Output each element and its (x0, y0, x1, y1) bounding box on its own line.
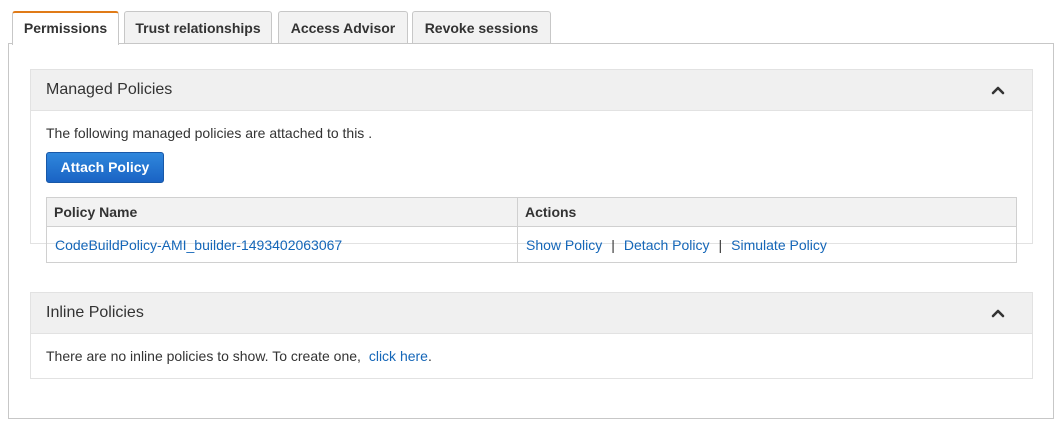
detach-policy-link[interactable]: Detach Policy (624, 237, 710, 253)
chevron-up-icon[interactable] (990, 305, 1006, 321)
tab-trust-relationships[interactable]: Trust relationships (124, 11, 272, 43)
table-header-row: Policy Name Actions (46, 197, 1017, 227)
policy-actions-cell: Show Policy | Detach Policy | Simulate Polic… (517, 226, 1017, 263)
create-inline-policy-link[interactable]: click here (369, 348, 428, 364)
inline-policies-section: Inline Policies There are no inline poli… (30, 292, 1033, 379)
column-header-policy-name: Policy Name (46, 197, 518, 227)
simulate-policy-link[interactable]: Simulate Policy (731, 237, 827, 253)
tab-revoke-sessions[interactable]: Revoke sessions (412, 11, 551, 43)
column-header-actions: Actions (517, 197, 1017, 227)
inline-policies-title: Inline Policies (46, 304, 144, 321)
inline-policies-header[interactable]: Inline Policies (31, 293, 1032, 334)
policy-name-cell: CodeBuildPolicy-AMI_builder-149340206306… (46, 226, 518, 263)
show-policy-link[interactable]: Show Policy (526, 237, 602, 253)
action-separator: | (718, 236, 723, 253)
permissions-panel: Managed Policies The following managed p… (8, 43, 1054, 419)
inline-policies-message: There are no inline policies to show. To… (46, 348, 432, 364)
action-separator: | (611, 236, 615, 253)
table-row: CodeBuildPolicy-AMI_builder-149340206306… (46, 226, 1017, 263)
attach-policy-button[interactable]: Attach Policy (46, 152, 164, 183)
inline-period: . (427, 348, 432, 364)
tab-permissions[interactable]: Permissions (12, 11, 119, 45)
policy-name-link[interactable]: CodeBuildPolicy-AMI_builder-149340206306… (55, 237, 342, 253)
tab-access-advisor[interactable]: Access Advisor (278, 11, 408, 43)
managed-policies-section: Managed Policies The following managed p… (30, 69, 1033, 263)
managed-policies-title: Managed Policies (46, 81, 173, 98)
chevron-up-icon[interactable] (990, 82, 1006, 98)
managed-policies-description: The following managed policies are attac… (46, 125, 373, 141)
managed-policies-table: Policy Name Actions CodeBuildPolicy-AMI_… (46, 197, 1017, 263)
inline-empty-text: There are no inline policies to show. To… (46, 348, 361, 364)
managed-policies-header[interactable]: Managed Policies (31, 70, 1032, 111)
